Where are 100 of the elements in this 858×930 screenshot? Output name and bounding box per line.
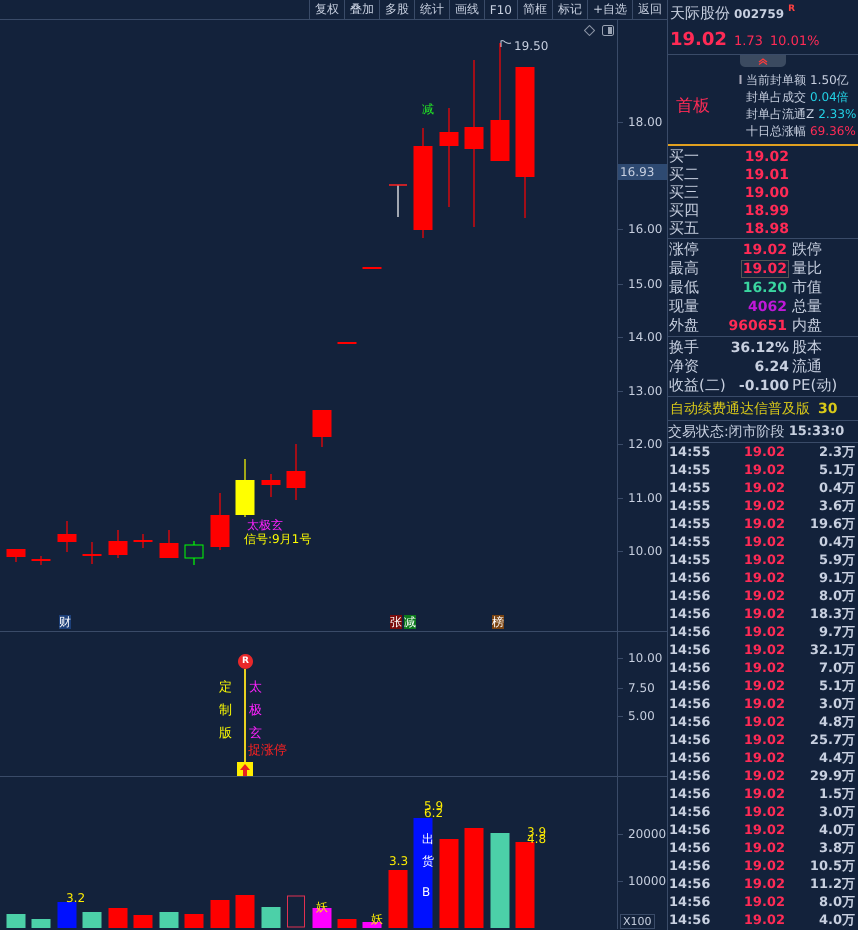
tick-volume: 2.3万	[818, 444, 855, 461]
collapse-button[interactable]	[740, 55, 786, 67]
candle	[160, 530, 178, 558]
tick-price: 19.02	[742, 696, 785, 712]
candle	[312, 410, 332, 447]
axis-label: 16.00	[618, 222, 662, 237]
tick-price: 19.02	[742, 750, 785, 766]
diamond-icon	[584, 25, 595, 36]
quote-label: 量比	[791, 259, 823, 278]
indicator-text: 制	[219, 704, 232, 717]
tick-price: 19.02	[742, 768, 785, 784]
volume-bar	[82, 912, 102, 928]
tick-time: 14:56	[669, 624, 712, 640]
candle	[236, 459, 254, 517]
quote-value: 19.02	[742, 240, 788, 258]
axis-label: 7.50	[618, 681, 655, 696]
tick-time: 14:56	[669, 750, 712, 766]
tick-volume: 3.0万	[818, 804, 855, 821]
tick-time: 14:56	[669, 642, 712, 658]
tick-volume: 0.4万	[818, 480, 855, 497]
axis-label: 10.00	[618, 544, 662, 559]
bid-label: 买五	[669, 219, 700, 238]
bar-tag: 出	[422, 833, 434, 845]
quote-label: 跌停	[791, 240, 823, 259]
promo-price: 30	[818, 400, 838, 416]
tick-volume: 4.0万	[818, 822, 855, 839]
bid-label: 买三	[669, 183, 700, 202]
tick-price: 19.02	[742, 516, 785, 532]
quote-label: 总量	[791, 297, 823, 316]
tick-price: 19.02	[742, 714, 785, 730]
tick-volume: 0.4万	[818, 534, 855, 551]
tick-price: 19.02	[742, 534, 785, 550]
bid-label: 买一	[669, 147, 700, 166]
stock-flag-label: R	[788, 4, 796, 14]
tick-volume: 3.8万	[818, 840, 855, 857]
axis-label: 15.00	[618, 277, 662, 292]
tick-volume: 5.1万	[818, 462, 855, 479]
candle	[286, 444, 306, 500]
fundamental-value: 6.24	[753, 358, 789, 374]
tick-time: 14:56	[669, 570, 712, 586]
volume-bar	[287, 896, 305, 928]
tick-volume: 4.8万	[818, 714, 855, 731]
tick-volume: 3.0万	[818, 696, 855, 713]
event-marker[interactable]: 张	[390, 615, 402, 629]
fundamental-label: PE(动)	[791, 376, 838, 395]
event-marker[interactable]: 榜	[492, 615, 504, 629]
chevron-up-icon	[758, 58, 768, 64]
quote-label: 最高	[669, 259, 700, 278]
tick-volume: 18.3万	[808, 606, 855, 623]
fundamental-label: 收益(二)	[669, 376, 727, 395]
candle	[32, 556, 50, 565]
tick-price: 19.02	[742, 552, 785, 568]
event-marker[interactable]: 减	[404, 615, 416, 629]
tick-time: 14:56	[669, 858, 712, 874]
bid-label: 买二	[669, 165, 700, 184]
bid-price: 19.02	[744, 148, 789, 164]
tick-time: 14:56	[669, 606, 712, 622]
fundamental-label: 流通	[791, 357, 823, 376]
signal-mark: 减	[422, 103, 434, 115]
tick-time: 14:55	[669, 480, 712, 496]
tick-price: 19.02	[742, 732, 785, 748]
bid-label: 买四	[669, 201, 700, 220]
tick-time: 14:56	[669, 714, 712, 730]
candle	[389, 184, 407, 217]
tick-time: 14:56	[669, 876, 712, 892]
stat-value: 69.36%	[810, 124, 856, 138]
quote-label: 涨停	[669, 240, 700, 259]
scale-label: X100	[620, 914, 655, 929]
tick-volume: 4.0万	[818, 912, 855, 929]
axis-label: 10.00	[618, 651, 662, 666]
tick-price: 19.02	[742, 624, 785, 640]
bid-price: 18.98	[744, 220, 789, 236]
tick-time: 14:55	[669, 516, 712, 532]
volume-bar	[338, 919, 356, 928]
tick-time: 14:56	[669, 894, 712, 910]
fundamental-label: 换手	[669, 338, 700, 357]
bar-label: 3.2	[66, 892, 86, 904]
event-marker[interactable]: 财	[59, 615, 71, 629]
indicator-text: 定	[219, 681, 232, 694]
indicator-text: 极	[249, 704, 262, 717]
promo-link[interactable]: 自动续费通达信普及版	[670, 400, 810, 418]
signal-name: 太极玄	[247, 519, 283, 531]
pin-badge: R	[238, 654, 253, 669]
tick-time: 14:56	[669, 840, 712, 856]
tick-volume: 29.9万	[808, 768, 855, 785]
tick-price: 19.02	[742, 444, 785, 460]
tick-price: 19.02	[742, 480, 785, 496]
candle	[210, 493, 230, 550]
candle	[184, 541, 204, 565]
quote-value: 19.02	[740, 260, 789, 278]
tick-volume: 25.7万	[808, 732, 855, 749]
volume-bar	[262, 907, 280, 928]
indicator-text: 太	[249, 681, 262, 694]
tick-volume: 7.0万	[818, 660, 855, 677]
price-change: 1.73	[734, 34, 763, 49]
panel-toggle-icon[interactable]	[602, 25, 614, 36]
up-arrow-icon	[237, 762, 253, 776]
volume-bar	[184, 914, 204, 928]
stat-value: 0.04倍	[810, 88, 849, 106]
volume-bar	[236, 895, 254, 928]
